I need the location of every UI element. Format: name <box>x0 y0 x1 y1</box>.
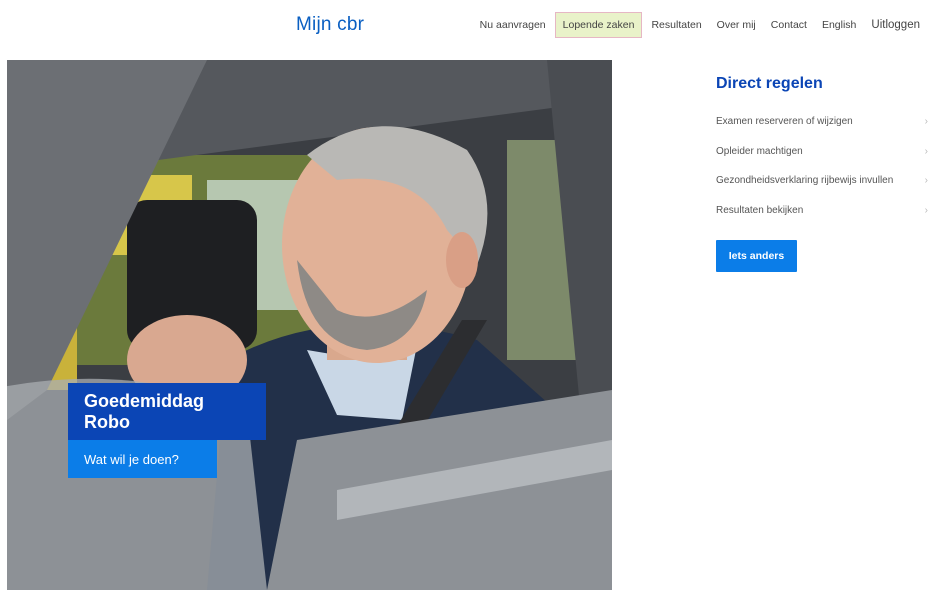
quick-item-resultaten[interactable]: Resultaten bekijken › <box>716 196 928 226</box>
greeting-heading: Goedemiddag Robo <box>68 383 266 440</box>
quick-item-opleider[interactable]: Opleider machtigen › <box>716 137 928 167</box>
nav-resultaten[interactable]: Resultaten <box>645 13 707 37</box>
quick-item-label: Opleider machtigen <box>716 145 803 157</box>
quick-item-examen[interactable]: Examen reserveren of wijzigen › <box>716 107 928 137</box>
iets-anders-button[interactable]: Iets anders <box>716 240 797 272</box>
quick-item-label: Examen reserveren of wijzigen <box>716 116 853 128</box>
quick-actions-list: Examen reserveren of wijzigen › Opleider… <box>716 107 928 225</box>
what-to-do-button[interactable]: Wat wil je doen? <box>68 440 217 478</box>
chevron-right-icon: › <box>924 175 928 187</box>
top-navigation: Nu aanvragen Lopende zaken Resultaten Ov… <box>474 9 926 41</box>
nav-uitloggen[interactable]: Uitloggen <box>865 13 926 37</box>
hero-image <box>7 60 612 590</box>
nav-nu-aanvragen[interactable]: Nu aanvragen <box>474 13 552 37</box>
quick-actions-title: Direct regelen <box>716 75 823 92</box>
chevron-right-icon: › <box>924 204 928 216</box>
quick-item-gezondheidsverklaring[interactable]: Gezondheidsverklaring rijbewijs invullen… <box>716 166 928 196</box>
nav-lopende-zaken[interactable]: Lopende zaken <box>554 12 643 38</box>
chevron-right-icon: › <box>924 116 928 128</box>
nav-over-mij[interactable]: Over mij <box>711 13 762 37</box>
chevron-right-icon: › <box>924 145 928 157</box>
quick-item-label: Resultaten bekijken <box>716 204 804 216</box>
nav-english[interactable]: English <box>816 13 862 37</box>
quick-item-label: Gezondheidsverklaring rijbewijs invullen <box>716 175 894 187</box>
brand-logo-text[interactable]: Mijn cbr <box>296 14 364 36</box>
driver-illustration <box>7 60 612 590</box>
nav-contact[interactable]: Contact <box>765 13 813 37</box>
